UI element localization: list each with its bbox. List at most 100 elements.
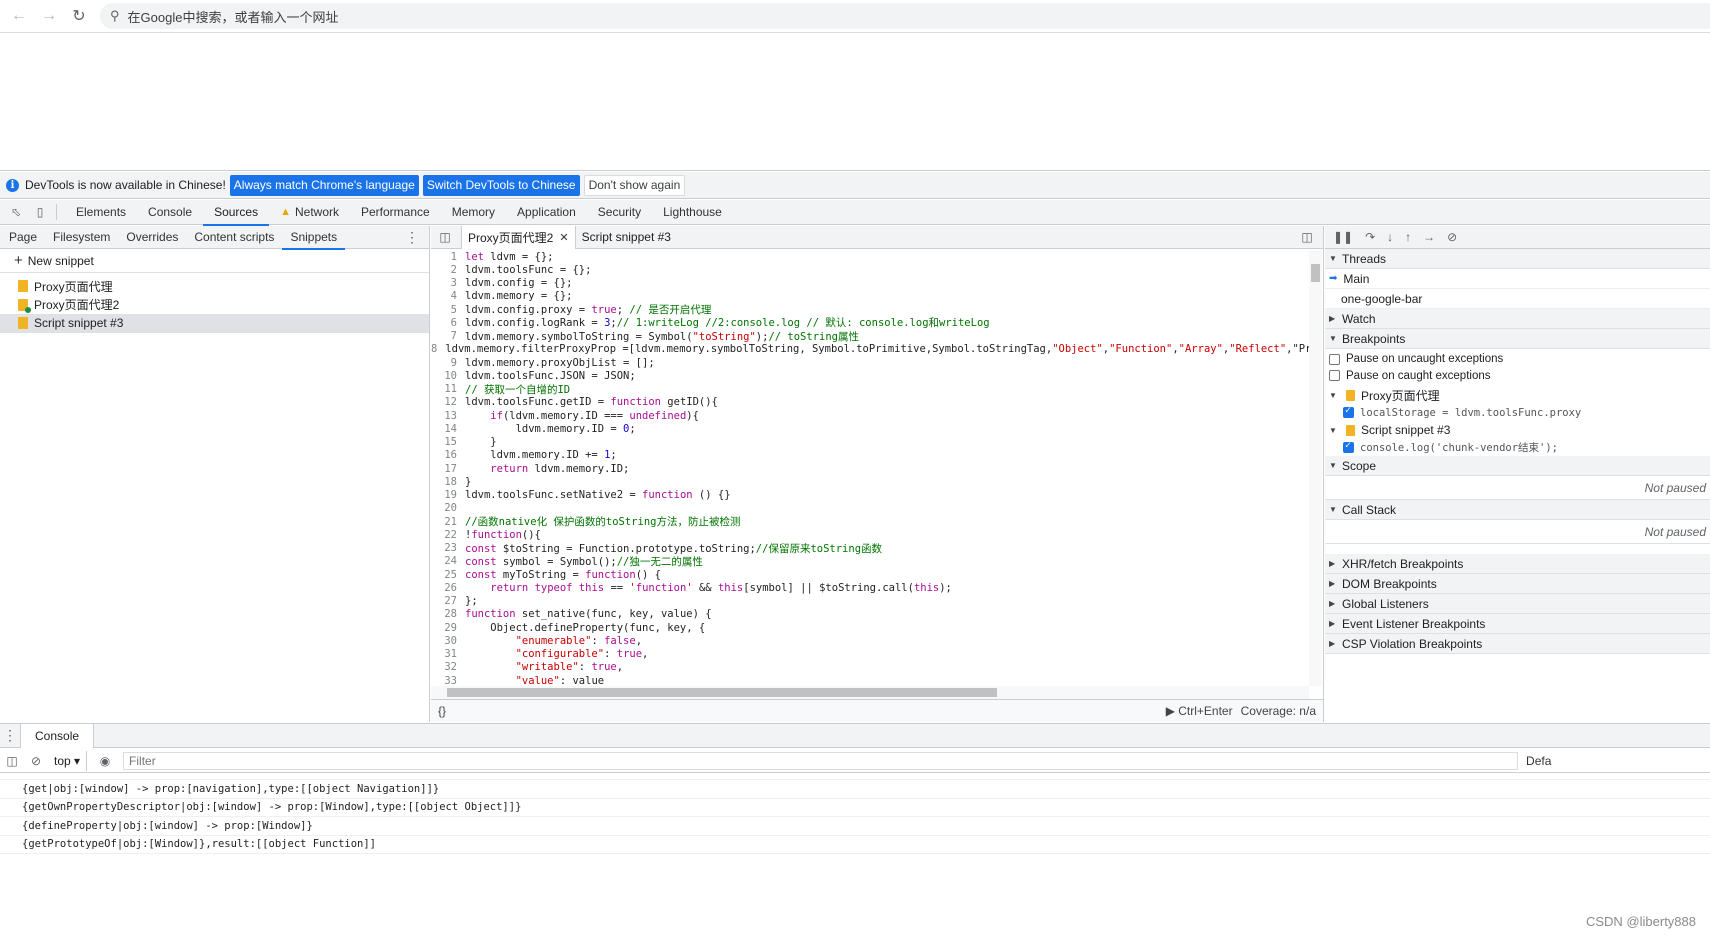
pause-icon[interactable]: ❚❚	[1333, 230, 1353, 244]
scrollbar-thumb[interactable]	[447, 688, 997, 697]
line-number[interactable]: 1	[431, 251, 465, 263]
line-number[interactable]: 20	[431, 502, 465, 514]
code-line[interactable]: 17 return ldvm.memory.ID;	[431, 462, 1309, 475]
line-number[interactable]: 9	[431, 357, 465, 369]
thread-item[interactable]: one-google-bar	[1325, 289, 1710, 309]
toggle-debugger-icon[interactable]: ◫	[1299, 229, 1315, 245]
scrollbar-thumb[interactable]	[1311, 264, 1320, 282]
code-line[interactable]: 6 ldvm.config.logRank = 3;// 1:writeLog /…	[431, 316, 1309, 330]
tab-network[interactable]: ▲ Network	[269, 200, 350, 225]
inspect-element-icon[interactable]: ⬁	[8, 204, 24, 220]
code-line[interactable]: 9 ldvm.memory.proxyObjList = [];	[431, 356, 1309, 369]
line-number[interactable]: 23	[431, 542, 465, 554]
eye-icon[interactable]: ◉	[93, 754, 117, 768]
checkbox[interactable]	[1329, 370, 1340, 382]
line-number[interactable]: 29	[431, 622, 465, 634]
clear-console-icon[interactable]: ⊘	[24, 754, 48, 768]
code-line[interactable]: 18}	[431, 475, 1309, 488]
code-line[interactable]: 4 ldvm.memory = {};	[431, 290, 1309, 303]
code-line[interactable]: 21//函数native化 保护函数的toString方法，防止被检测	[431, 515, 1309, 529]
pause-caught-checkbox[interactable]: Pause on caught exceptions	[1325, 368, 1710, 385]
code-line[interactable]: 30 "enumerable": false,	[431, 634, 1309, 647]
code-line[interactable]: 22 !function(){	[431, 528, 1309, 541]
nav-tab-overrides[interactable]: Overrides	[118, 226, 186, 249]
reload-icon[interactable]: ↻	[68, 5, 90, 27]
code-line[interactable]: 14 ldvm.memory.ID = 0;	[431, 422, 1309, 435]
code-line[interactable]: 7 ldvm.memory.symbolToString = Symbol("to…	[431, 330, 1309, 343]
code-line[interactable]: 11// 获取一个自增的ID	[431, 383, 1309, 396]
tab-performance[interactable]: Performance	[350, 200, 441, 225]
code-line[interactable]: 28 function set_native(func, key, value) …	[431, 608, 1309, 621]
line-number[interactable]: 3	[431, 277, 465, 289]
code-line[interactable]: 19 ldvm.toolsFunc.setNative2 = function (…	[431, 489, 1309, 502]
line-number[interactable]: 2	[431, 264, 465, 276]
drawer-menu-icon[interactable]: ⋮	[0, 727, 20, 744]
line-number[interactable]: 6	[431, 317, 465, 329]
step-into-icon[interactable]: ↓	[1387, 230, 1393, 244]
log-levels-dropdown[interactable]: Defa	[1526, 754, 1551, 768]
tab-memory[interactable]: Memory	[441, 200, 506, 225]
code-line[interactable]: 23 const $toString = Function.prototype.t…	[431, 542, 1309, 555]
line-number[interactable]: 10	[431, 370, 465, 382]
omnibox[interactable]: ⚲ 在Google中搜索，或者输入一个网址	[100, 3, 1710, 29]
step-out-icon[interactable]: ↑	[1405, 230, 1411, 244]
toggle-navigator-icon[interactable]: ◫	[437, 229, 453, 245]
breakpoint-file[interactable]: ▼ Script snippet #3	[1325, 421, 1710, 439]
code-line[interactable]: 25 const myToString = function() {	[431, 568, 1309, 581]
line-number[interactable]: 21	[431, 516, 465, 528]
tab-application[interactable]: Application	[506, 200, 587, 225]
code-line[interactable]: 31 "configurable": true,	[431, 648, 1309, 661]
sidebar-toggle-icon[interactable]: ◫	[0, 754, 24, 768]
code-line[interactable]: 29 Object.defineProperty(func, key, {	[431, 621, 1309, 634]
line-number[interactable]: 18	[431, 476, 465, 488]
line-number[interactable]: 32	[431, 661, 465, 673]
breakpoint-line[interactable]: localStorage = ldvm.toolsFunc.proxy	[1325, 404, 1710, 421]
editor-tab[interactable]: Script snippet #3	[576, 226, 677, 249]
match-language-button[interactable]: Always match Chrome's language	[229, 174, 419, 196]
tab-lighthouse[interactable]: Lighthouse	[652, 200, 733, 225]
run-snippet-button[interactable]: ▶ Ctrl+Enter	[1166, 704, 1233, 718]
scope-header[interactable]: ▼ Scope	[1325, 456, 1710, 476]
code-line[interactable]: 33 "value": value	[431, 674, 1309, 686]
line-number[interactable]: 27	[431, 595, 465, 607]
nav-tab-content-scripts[interactable]: Content scripts	[186, 226, 282, 249]
snippet-item[interactable]: Script snippet #3	[0, 314, 429, 333]
horizontal-scrollbar[interactable]	[431, 686, 1309, 699]
back-arrow-icon[interactable]: ←	[8, 5, 30, 27]
line-number[interactable]: 12	[431, 396, 465, 408]
code-line[interactable]: 15 }	[431, 436, 1309, 449]
line-number[interactable]: 31	[431, 648, 465, 660]
line-number[interactable]: 17	[431, 463, 465, 475]
code-line[interactable]: 32 "writable": true,	[431, 661, 1309, 674]
code-line[interactable]: 3 ldvm.config = {};	[431, 277, 1309, 290]
threads-header[interactable]: ▼ Threads	[1325, 249, 1710, 269]
line-number[interactable]: 5	[431, 304, 465, 316]
drawer-tab-console[interactable]: Console	[20, 723, 95, 748]
pretty-print-button[interactable]: {}	[438, 704, 446, 718]
checkbox[interactable]	[1343, 405, 1354, 418]
dont-show-again-button[interactable]: Don't show again	[583, 174, 686, 196]
line-number[interactable]: 33	[431, 675, 465, 686]
nav-tab-filesystem[interactable]: Filesystem	[45, 226, 118, 249]
tab-console[interactable]: Console	[137, 200, 203, 225]
line-number[interactable]: 22	[431, 529, 465, 541]
tab-sources[interactable]: Sources	[203, 200, 270, 226]
line-number[interactable]: 26	[431, 582, 465, 594]
line-number[interactable]: 7	[431, 330, 465, 342]
checkbox[interactable]	[1343, 440, 1354, 453]
code-line[interactable]: 5 ldvm.config.proxy = true; // 是否开启代理	[431, 303, 1309, 317]
snippet-item[interactable]: Proxy页面代理	[0, 277, 429, 296]
code-line[interactable]: 26 return typeof this == 'function' && t…	[431, 581, 1309, 594]
line-number[interactable]: 15	[431, 436, 465, 448]
line-number[interactable]: 19	[431, 489, 465, 501]
line-number[interactable]: 24	[431, 555, 465, 567]
xhr-breakpoints-header[interactable]: ▶ XHR/fetch Breakpoints	[1325, 554, 1710, 574]
vertical-scrollbar[interactable]	[1309, 250, 1322, 686]
dom-breakpoints-header[interactable]: ▶ DOM Breakpoints	[1325, 574, 1710, 594]
breakpoints-header[interactable]: ▼ Breakpoints	[1325, 329, 1710, 349]
filter-input[interactable]	[123, 751, 1519, 770]
code-line[interactable]: 8 ldvm.memory.filterProxyProp =[ldvm.memo…	[431, 343, 1309, 356]
breakpoint-file[interactable]: ▼ Proxy页面代理	[1325, 386, 1710, 404]
snippet-item[interactable]: Proxy页面代理2	[0, 296, 429, 315]
code-line[interactable]: 2 ldvm.toolsFunc = {};	[431, 263, 1309, 276]
